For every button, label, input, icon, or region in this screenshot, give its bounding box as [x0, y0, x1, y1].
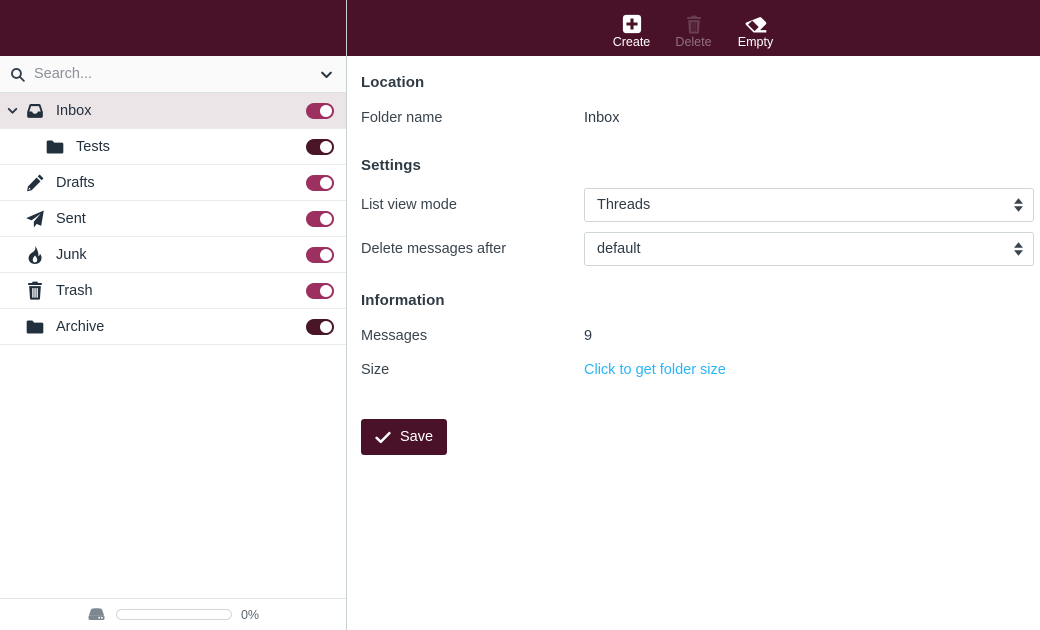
folder-row-inbox[interactable]: Inbox [0, 93, 346, 129]
search-icon [8, 65, 26, 83]
paper-plane-icon [24, 209, 46, 229]
trash-icon [24, 281, 46, 300]
folder-row-tests[interactable]: Tests [0, 129, 346, 165]
get-folder-size-link[interactable]: Click to get folder size [584, 362, 726, 378]
quota-progress-bar [115, 609, 232, 620]
folder-label: Archive [56, 318, 105, 335]
pencil-icon [24, 173, 46, 192]
check-icon [375, 431, 391, 444]
row-list-view-mode: List view mode ListThreads [361, 188, 1040, 222]
folder-subscribe-toggle[interactable] [306, 282, 334, 299]
folder-label: Trash [56, 282, 93, 299]
hard-drive-icon [87, 607, 107, 623]
folder-row-drafts[interactable]: Drafts [0, 165, 346, 201]
folder-list: Inbox Tests Drafts Sent Junk Trash Archive [0, 93, 346, 598]
save-button[interactable]: Save [361, 419, 448, 455]
list-view-mode-select[interactable]: ListThreads [584, 188, 1034, 222]
quota-percent-text: 0% [240, 607, 260, 622]
delete-messages-after-select[interactable]: default1 day1 week1 month1 yearnever [584, 232, 1034, 266]
delete-messages-after-select-wrap: default1 day1 week1 month1 yearnever [584, 232, 1034, 266]
folder-row-junk[interactable]: Junk [0, 237, 346, 273]
folder-icon [24, 319, 46, 335]
folder-icon [44, 139, 66, 155]
folder-manager-window: InboxTestsDraftsSentJunkTrashArchive 0% … [0, 0, 1040, 630]
create-button[interactable]: Create [601, 8, 663, 49]
plus-square-icon [622, 10, 642, 34]
messages-count-value: 9 [584, 328, 593, 344]
folder-name-value: Inbox [584, 110, 620, 126]
folder-label: Drafts [56, 174, 95, 191]
row-folder-name: Folder name Inbox [361, 105, 1040, 131]
sidebar-header-bar [0, 0, 346, 56]
section-title-information: Information [361, 292, 445, 309]
save-button-label: Save [400, 429, 434, 445]
search-options-chevron-down-icon[interactable] [316, 64, 336, 84]
row-size: Size Click to get folder size [361, 357, 1040, 383]
folder-label: Inbox [56, 102, 92, 119]
toolbar-button-label: Empty [737, 34, 774, 49]
toolbar-button-label: Delete [675, 34, 712, 49]
folder-subscribe-toggle[interactable] [306, 318, 334, 335]
sidebar: Inbox Tests Drafts Sent Junk Trash Archive 0% [0, 0, 347, 630]
row-messages: Messages 9 [361, 323, 1040, 349]
folder-label: Tests [76, 138, 110, 155]
folder-subscribe-toggle[interactable] [306, 210, 334, 227]
toolbar: Create Delete Empty [347, 0, 1040, 56]
folder-name-label: Folder name [361, 110, 443, 126]
flame-icon [24, 245, 46, 265]
section-title-location: Location [361, 74, 425, 91]
main-panel: Create Delete Empty Location Folder name I… [347, 0, 1040, 630]
folder-subscribe-toggle[interactable] [306, 246, 334, 263]
toolbar-button-label: Create [612, 34, 651, 49]
trash-icon [685, 10, 703, 34]
folder-subscribe-toggle[interactable] [306, 174, 334, 191]
quota-status-bar: 0% [0, 598, 346, 630]
folder-properties-form: Location Folder name Inbox Settings List… [347, 56, 1040, 630]
folder-expand-chevron-down-icon[interactable] [4, 104, 20, 117]
search-bar [0, 56, 346, 93]
folder-subscribe-toggle[interactable] [306, 102, 334, 119]
size-label: Size [361, 362, 390, 378]
messages-label: Messages [361, 328, 428, 344]
delete-messages-after-label: Delete messages after [361, 241, 507, 257]
folder-label: Junk [56, 246, 87, 263]
row-delete-messages-after: Delete messages after default1 day1 week… [361, 232, 1040, 266]
eraser-icon [745, 10, 767, 34]
search-input[interactable] [34, 66, 308, 82]
folder-row-archive[interactable]: Archive [0, 309, 346, 345]
folder-label: Sent [56, 210, 86, 227]
list-view-mode-label: List view mode [361, 197, 457, 213]
folder-subscribe-toggle[interactable] [306, 138, 334, 155]
empty-button[interactable]: Empty [725, 8, 787, 49]
delete-button: Delete [663, 8, 725, 49]
folder-row-sent[interactable]: Sent [0, 201, 346, 237]
list-view-mode-select-wrap: ListThreads [584, 188, 1034, 222]
folder-row-trash[interactable]: Trash [0, 273, 346, 309]
section-title-settings: Settings [361, 157, 421, 174]
inbox-icon [24, 103, 46, 119]
